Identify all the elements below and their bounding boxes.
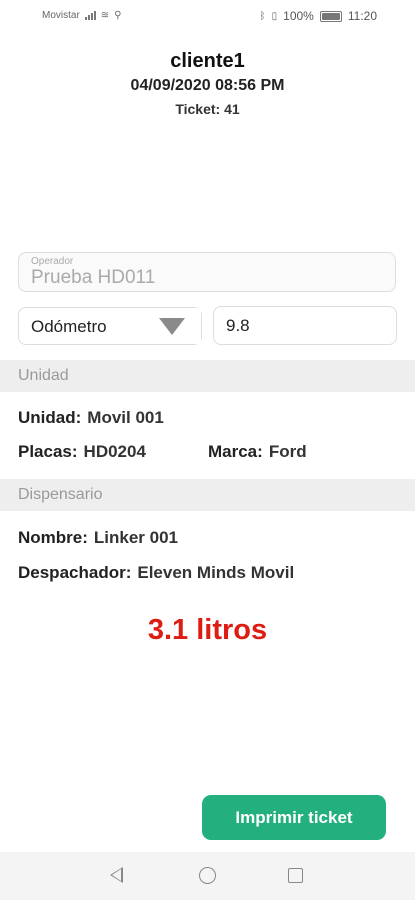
dispenser-section-header: Dispensario [0, 479, 415, 511]
dispenser-name-row: Nombre: Linker 001 [18, 528, 178, 548]
unit-row: Unidad: Movil 001 [18, 408, 164, 428]
operator-value: Prueba HD011 [31, 267, 156, 288]
plates-row: Placas: HD0204 [18, 442, 146, 462]
clock: 11:20 [347, 9, 377, 23]
dispatcher-label: Despachador: [18, 563, 132, 582]
brand-row: Marca: Ford [208, 442, 307, 462]
status-bar: Movistar ≋ ⚲ ᛒ ▯ 100% 11:20 [0, 0, 415, 34]
ticket-number: Ticket: 41 [175, 101, 240, 117]
status-bar-right: ᛒ ▯ 100% 11:20 [260, 9, 377, 23]
system-nav-bar [0, 852, 415, 900]
home-circle-icon[interactable] [199, 867, 216, 884]
brand-value: Ford [268, 442, 307, 461]
plates-label: Placas: [18, 442, 78, 461]
dispenser-name-value: Linker 001 [93, 528, 179, 547]
ticket-datetime: 04/09/2020 08:56 PM [130, 77, 285, 94]
odometer-type-label: Odómetro [31, 317, 107, 336]
odometer-value-input[interactable] [213, 306, 397, 345]
dispatcher-row: Despachador: Eleven Minds Movil [18, 563, 294, 583]
dropdown-triangle-icon [159, 318, 185, 335]
dropdown-button[interactable] [149, 308, 201, 344]
battery-icon [319, 10, 342, 22]
status-bar-left: Movistar ≋ ⚲ [42, 10, 122, 21]
dispenser-section-title: Dispensario [18, 486, 103, 503]
brand-label: Marca: [208, 442, 263, 461]
unit-label: Unidad: [18, 408, 82, 427]
operator-field[interactable]: Operador Prueba HD011 [18, 252, 396, 292]
unit-section-header: Unidad [0, 360, 415, 392]
vibrate-icon: ▯ [271, 10, 278, 22]
operator-label: Operador [31, 256, 74, 267]
usb-icon: ⚲ [114, 10, 122, 21]
print-ticket-button[interactable]: Imprimir ticket [202, 795, 386, 840]
carrier-name: Movistar [42, 10, 80, 21]
dispatcher-value: Eleven Minds Movil [137, 563, 295, 582]
unit-section-title: Unidad [18, 367, 69, 384]
ticket-header: cliente1 04/09/2020 08:56 PM Ticket: 41 [0, 48, 415, 117]
client-name: cliente1 [170, 50, 245, 72]
plates-value: HD0204 [83, 442, 146, 461]
wifi-icon: ≋ [100, 10, 110, 21]
odometer-type-select[interactable]: Odómetro [18, 307, 202, 345]
back-triangle-icon[interactable] [110, 867, 123, 883]
recent-apps-square-icon[interactable] [288, 868, 303, 883]
signal-icon [84, 11, 96, 20]
liters-amount: 3.1 litros [147, 614, 268, 646]
dispenser-name-label: Nombre: [18, 528, 88, 547]
unit-value: Movil 001 [87, 408, 164, 427]
battery-percent: 100% [283, 9, 314, 23]
bluetooth-icon: ᛒ [259, 10, 266, 22]
